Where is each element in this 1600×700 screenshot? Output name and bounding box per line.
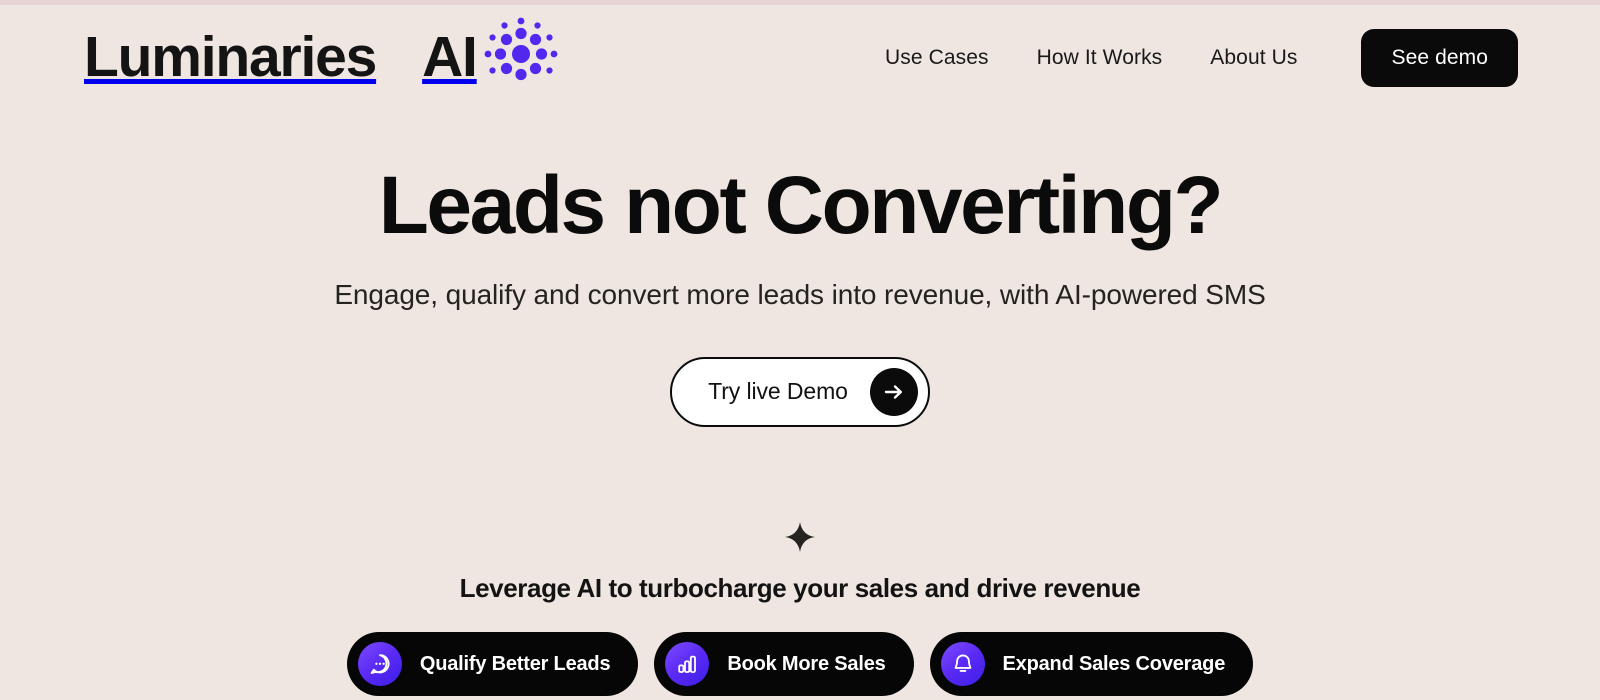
site-header: Luminaries AI Use Cases How It Works Abo…	[0, 5, 1600, 110]
sparkle-icon	[0, 520, 1600, 559]
brand-logo[interactable]: Luminaries AI	[84, 13, 558, 103]
feature-chip-list: Qualify Better Leads Book More Sales Exp…	[0, 604, 1600, 696]
brand-name-primary: Luminaries	[84, 25, 377, 89]
nav-link-how-it-works[interactable]: How It Works	[1013, 36, 1187, 80]
bar-chart-icon	[665, 642, 710, 686]
dot-burst-icon	[482, 15, 560, 93]
feature-chip-qualify-better-leads[interactable]: Qualify Better Leads	[346, 632, 639, 696]
try-live-demo-label: Try live Demo	[708, 378, 848, 405]
landing-page: Luminaries AI Use Cases How It Works Abo…	[0, 0, 1600, 700]
hero-subtitle: Engage, qualify and convert more leads i…	[334, 278, 1266, 310]
brand-name-secondary: AI	[422, 25, 478, 89]
feature-chip-label: Expand Sales Coverage	[1002, 652, 1226, 675]
try-live-demo-button[interactable]: Try live Demo	[670, 356, 930, 427]
features-heading: Leverage AI to turbocharge your sales an…	[459, 573, 1141, 603]
nav-link-about-us[interactable]: About Us	[1186, 36, 1321, 80]
feature-chip-expand-sales-coverage[interactable]: Expand Sales Coverage	[929, 632, 1254, 696]
feature-chip-label: Qualify Better Leads	[419, 652, 611, 675]
feature-chip-label: Book More Sales	[727, 652, 886, 675]
feature-chip-book-more-sales[interactable]: Book More Sales	[654, 632, 914, 696]
hero-cta-container: Try live Demo	[0, 311, 1600, 427]
bell-icon	[940, 642, 985, 686]
page-title: Leads not Converting?	[378, 160, 1224, 251]
chat-bubble-icon	[357, 642, 402, 686]
see-demo-button[interactable]: See demo	[1361, 28, 1518, 87]
hero-section: Leads not Converting? Engage, qualify an…	[0, 110, 1600, 427]
features-section: Leverage AI to turbocharge your sales an…	[0, 520, 1600, 696]
main-navigation: Use Cases How It Works About Us See demo	[861, 28, 1518, 87]
nav-link-use-cases[interactable]: Use Cases	[861, 36, 1013, 80]
arrow-right-icon	[869, 367, 918, 416]
